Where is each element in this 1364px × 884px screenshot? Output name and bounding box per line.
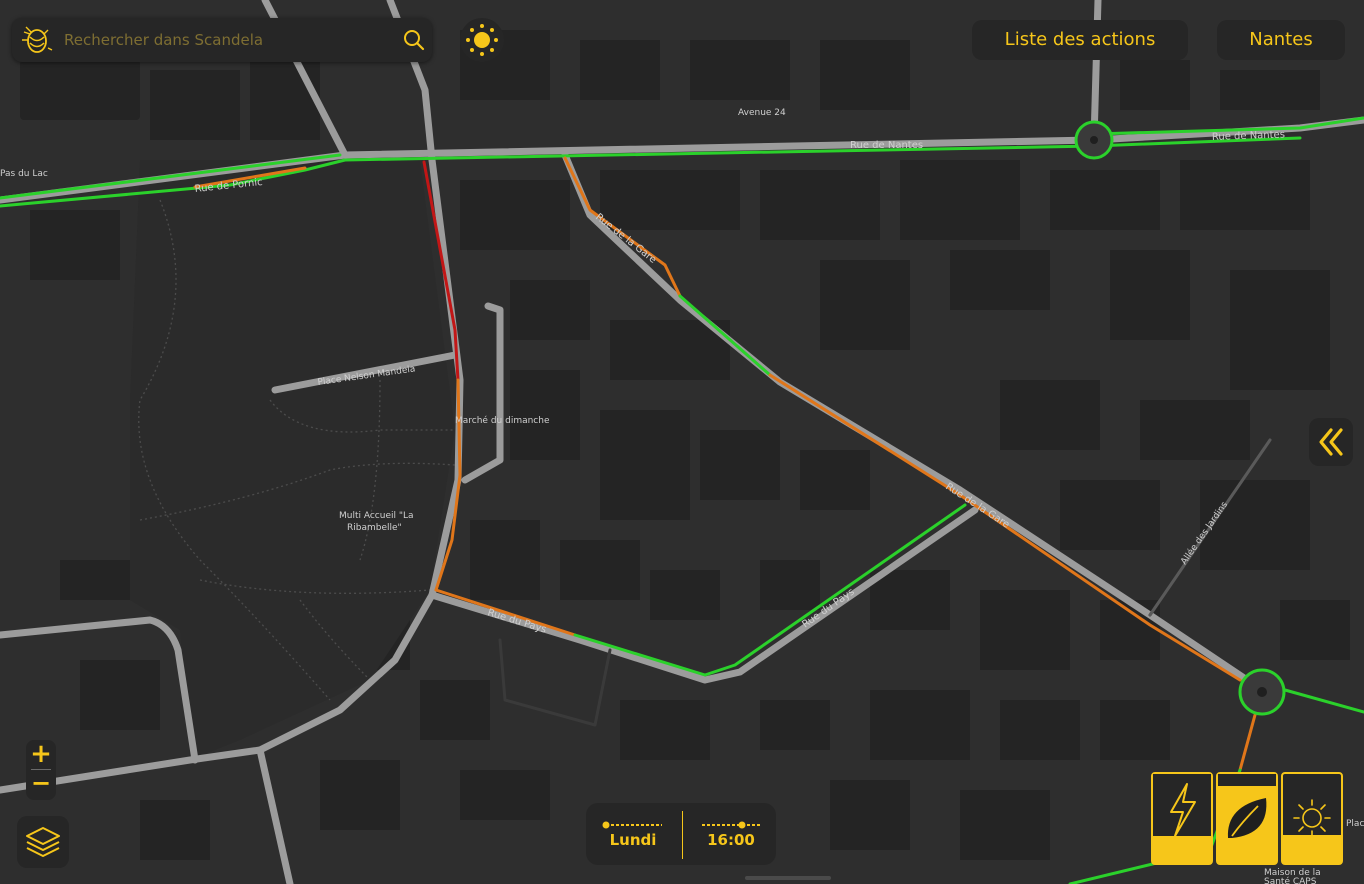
- open-sidebar-button[interactable]: [1309, 418, 1353, 466]
- map-canvas[interactable]: Avenue 24 Rue de Nantes Rue de Nantes Ru…: [0, 0, 1364, 884]
- mode-energy-button[interactable]: [1151, 772, 1213, 865]
- search-bar[interactable]: Rechercher dans Scandela: [12, 18, 432, 62]
- day-selector[interactable]: Lundi: [586, 803, 680, 865]
- time-selector[interactable]: 16:00: [684, 803, 778, 865]
- day-label: Lundi: [609, 831, 657, 849]
- theme-toggle-button[interactable]: [460, 18, 504, 62]
- time-slider[interactable]: [700, 821, 762, 829]
- zoom-in-button[interactable]: +: [26, 740, 56, 768]
- sun-icon: [466, 24, 498, 56]
- city-selector-button[interactable]: Nantes: [1217, 20, 1345, 60]
- label-rue-de-nantes: Rue de Nantes: [850, 140, 923, 151]
- label-pas-du-lac: Pas du Lac: [0, 169, 48, 179]
- time-label: 16:00: [707, 831, 755, 849]
- label-maison-sante-2: Santé CAPS: [1264, 876, 1317, 884]
- label-avenue-24: Avenue 24: [738, 108, 786, 118]
- roundabout-north: [1074, 120, 1114, 160]
- mode-ecology-button[interactable]: [1216, 772, 1278, 865]
- layers-button[interactable]: [17, 816, 69, 868]
- lightning-icon: [1170, 783, 1196, 837]
- leaf-icon: [1227, 798, 1267, 838]
- day-slider[interactable]: [602, 821, 664, 829]
- label-multi-accueil-2: Ribambelle": [347, 523, 402, 533]
- label-rue-de-nantes-east: Rue de Nantes: [1212, 129, 1285, 143]
- label-marche-du-dimanche: Marché du dimanche: [455, 415, 550, 426]
- zoom-out-button[interactable]: −: [26, 770, 56, 798]
- layers-icon: [26, 827, 60, 857]
- label-multi-accueil: Multi Accueil "La: [339, 511, 414, 521]
- time-filter-panel: Lundi 16:00: [586, 803, 776, 865]
- zoom-control: + −: [26, 740, 56, 800]
- mode-lighting-button[interactable]: [1281, 772, 1343, 865]
- search-icon[interactable]: [400, 26, 428, 54]
- sun-icon: [1293, 799, 1331, 837]
- label-place: Place: [1346, 819, 1364, 829]
- home-indicator: [745, 876, 831, 880]
- time-panel-divider: [682, 811, 683, 859]
- double-chevron-left-icon: [1319, 428, 1343, 456]
- roundabout-south: [1238, 668, 1286, 716]
- search-input[interactable]: Rechercher dans Scandela: [64, 31, 263, 49]
- label-rue-du-pays: Rue du Pays: [486, 607, 547, 635]
- bee-logo-icon: [22, 26, 53, 53]
- actions-list-button[interactable]: Liste des actions: [972, 20, 1188, 60]
